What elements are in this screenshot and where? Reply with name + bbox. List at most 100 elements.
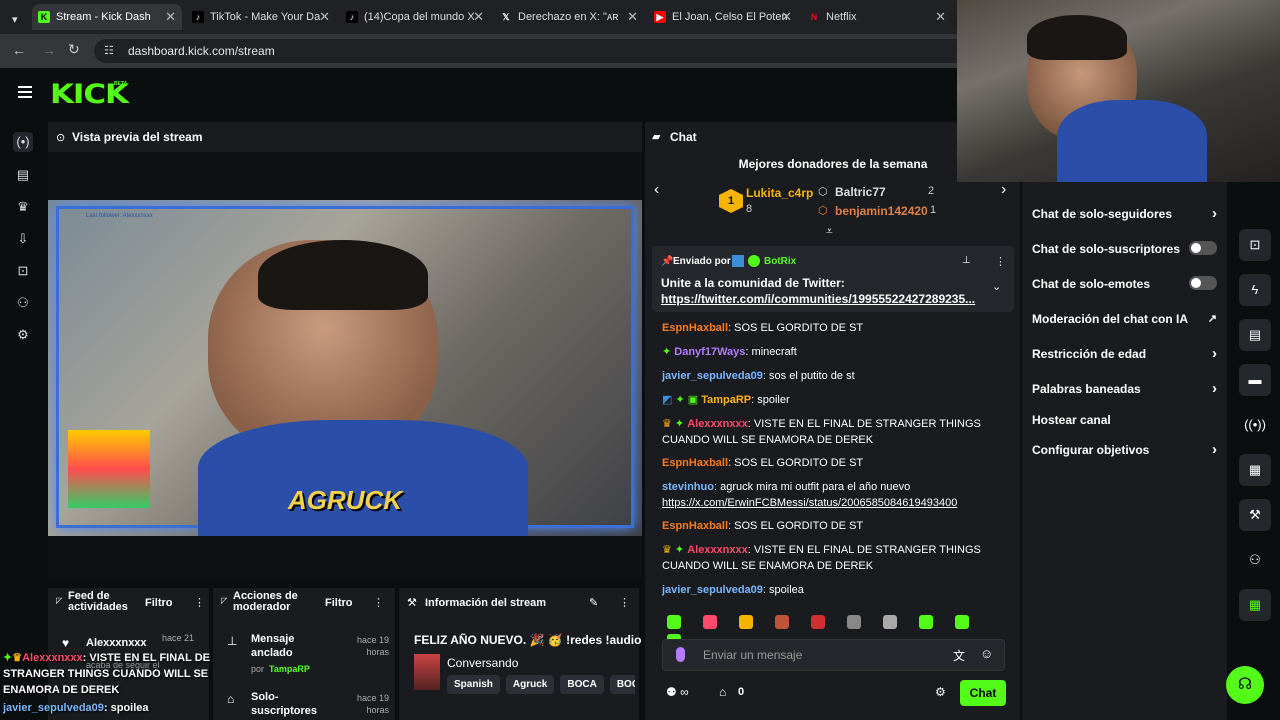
more-icon[interactable]: ⋮	[194, 596, 205, 609]
edit-icon[interactable]: ✎	[589, 596, 598, 609]
chat-username[interactable]: Alexxxnxxx	[687, 544, 748, 556]
emote-icon[interactable]	[883, 615, 897, 629]
close-icon[interactable]: ✕	[935, 9, 946, 25]
activity-user[interactable]: Alexxxnxxx	[86, 637, 147, 649]
emote-icon[interactable]	[919, 615, 933, 629]
category-thumbnail[interactable]	[414, 654, 440, 690]
wrench-icon[interactable]: ⚒	[1239, 499, 1271, 531]
chat-username[interactable]: javier_sepulveda09	[662, 584, 763, 596]
setting-goals[interactable]: Configurar objetivos ›	[1032, 441, 1217, 458]
tab-youtube[interactable]: ▶ El Joan, Celso El Poten ✕	[648, 4, 798, 30]
expand-icon[interactable]: ⌄	[992, 280, 1001, 293]
prev-arrow-icon[interactable]: ‹	[654, 181, 659, 199]
chat-bubble-icon[interactable]: ▬	[1239, 364, 1271, 396]
emote-icon[interactable]	[775, 615, 789, 629]
expand-panel-icon[interactable]: ◸	[56, 596, 62, 605]
pinned-text: Unite a la comunidad de Twitter:	[661, 276, 845, 290]
next-arrow-icon[interactable]: ›	[1001, 181, 1006, 199]
tag[interactable]: BOCA	[560, 675, 604, 694]
support-icon[interactable]: ☊	[1226, 666, 1264, 704]
broadcast-icon[interactable]: ((•))	[1239, 409, 1271, 441]
toggle[interactable]	[1189, 276, 1217, 290]
setting-emotes-only[interactable]: Chat de solo-emotes	[1032, 276, 1217, 291]
chat-username[interactable]: Danyf17Ways	[674, 346, 745, 358]
close-icon[interactable]: ✕	[165, 9, 176, 25]
analytics-icon[interactable]: ▤	[13, 165, 33, 185]
unpin-icon[interactable]: ⊥	[962, 255, 971, 266]
mod-action-user[interactable]: TampaRP	[269, 664, 310, 674]
mod-actions-filter-button[interactable]: Filtro	[325, 597, 353, 609]
overlay-widget	[68, 430, 150, 508]
chat-username[interactable]: TampaRP	[701, 394, 751, 406]
emote-icon[interactable]	[703, 615, 717, 629]
chat-username[interactable]: Alexxxnxxx	[687, 418, 748, 430]
emote-icon[interactable]	[667, 615, 681, 629]
category-name[interactable]: Conversando	[447, 656, 518, 670]
chat-username[interactable]: EspnHaxball	[662, 520, 728, 532]
chat-send-button[interactable]: Chat	[960, 680, 1006, 706]
emote-icon[interactable]	[811, 615, 825, 629]
tag[interactable]: BOC	[609, 675, 635, 694]
pinned-user[interactable]: BotRix	[764, 256, 796, 267]
share-icon[interactable]: ⚇	[1239, 544, 1271, 576]
back-icon[interactable]: ←	[12, 42, 26, 58]
emote-icon[interactable]	[739, 615, 753, 629]
tag[interactable]: Agruck	[505, 675, 555, 694]
layout-icon[interactable]: ▦	[1239, 454, 1271, 486]
setting-banned-words[interactable]: Palabras baneadas ›	[1032, 380, 1217, 397]
chat-username[interactable]: javier_sepulveda09	[662, 370, 763, 382]
menu-icon[interactable]	[18, 86, 32, 98]
tab-search-button[interactable]: ▾	[6, 6, 26, 32]
emote-icon[interactable]	[955, 615, 969, 629]
setting-subscribers-only[interactable]: Chat de solo-suscriptores	[1032, 241, 1217, 256]
tab-netflix[interactable]: N Netflix ✕	[802, 4, 952, 30]
toggle[interactable]	[1189, 241, 1217, 255]
collapse-icon[interactable]: ⩡	[826, 224, 833, 239]
chat-link[interactable]: https://x.com/ErwinFCBMessi/status/20065…	[662, 497, 957, 509]
chat-settings-icon[interactable]: ⚙	[935, 685, 946, 699]
tab-x[interactable]: 𝕏 Derechazo en X: "ᴀʀ ✕	[494, 4, 644, 30]
stream-icon[interactable]: (•)	[13, 132, 33, 152]
notes-icon[interactable]: ▤	[1239, 319, 1271, 351]
close-icon[interactable]: ✕	[319, 9, 330, 25]
reload-icon[interactable]: ↻	[68, 41, 80, 58]
moderation-icon[interactable]: ⊡	[1239, 229, 1271, 261]
emote-icon[interactable]	[847, 615, 861, 629]
chat-username[interactable]: stevinhuo	[662, 481, 714, 493]
emoji-icon[interactable]: ☺	[980, 646, 993, 661]
more-icon[interactable]: ⋮	[373, 596, 384, 609]
close-icon[interactable]: ✕	[473, 9, 484, 25]
trophy-icon[interactable]: ♛	[13, 197, 33, 217]
chat-username[interactable]: EspnHaxball	[662, 457, 728, 469]
activity-filter-button[interactable]: Filtro	[145, 597, 173, 609]
chat-username[interactable]: EspnHaxball	[662, 322, 728, 334]
tab-tiktok[interactable]: ♪ TikTok - Make Your Da ✕	[186, 4, 336, 30]
overlay-text: : spoilea	[103, 702, 149, 714]
site-info-icon[interactable]: ☷	[104, 44, 114, 57]
pinned-link[interactable]: https://twitter.com/i/communities/199555…	[661, 292, 981, 306]
upload-icon[interactable]: ⇩	[13, 229, 33, 249]
forward-icon[interactable]: →	[42, 42, 56, 58]
moderation-icon[interactable]: ⊡	[13, 261, 33, 281]
more-icon[interactable]: ⋮	[619, 596, 630, 609]
lightning-icon[interactable]: ϟ	[1239, 274, 1271, 306]
translate-icon[interactable]: 文	[953, 647, 965, 664]
setting-host-channel[interactable]: Hostear canal	[1032, 413, 1217, 427]
points-icon[interactable]: ⚉ ∞	[666, 685, 689, 699]
settings-icon[interactable]: ⚙	[13, 325, 33, 345]
community-icon[interactable]: ⚇	[13, 293, 33, 313]
tag[interactable]: Spanish	[447, 675, 500, 694]
microphone-icon[interactable]	[676, 647, 685, 662]
url-field[interactable]: dashboard.kick.com/stream	[94, 39, 974, 63]
expand-panel-icon[interactable]: ◸	[221, 596, 227, 605]
setting-ai-moderation[interactable]: Moderación del chat con IA ↗	[1032, 312, 1217, 326]
close-icon[interactable]: ✕	[627, 9, 638, 25]
more-icon[interactable]: ⋮	[995, 255, 1006, 268]
tab-kick[interactable]: K Stream - Kick Dash ✕	[32, 4, 182, 30]
setting-followers-only[interactable]: Chat de solo-seguidores ›	[1032, 205, 1217, 222]
tab-tiktok-2[interactable]: ♪ (14)Copa del mundo X ✕	[340, 4, 490, 30]
clip-icon[interactable]: ▦	[1239, 589, 1271, 621]
setting-age-restriction[interactable]: Restricción de edad ›	[1032, 345, 1217, 362]
close-icon[interactable]: ✕	[781, 9, 792, 25]
stream-video[interactable]: AGRUCK Last follower: Alexxxnxxx	[48, 200, 642, 536]
